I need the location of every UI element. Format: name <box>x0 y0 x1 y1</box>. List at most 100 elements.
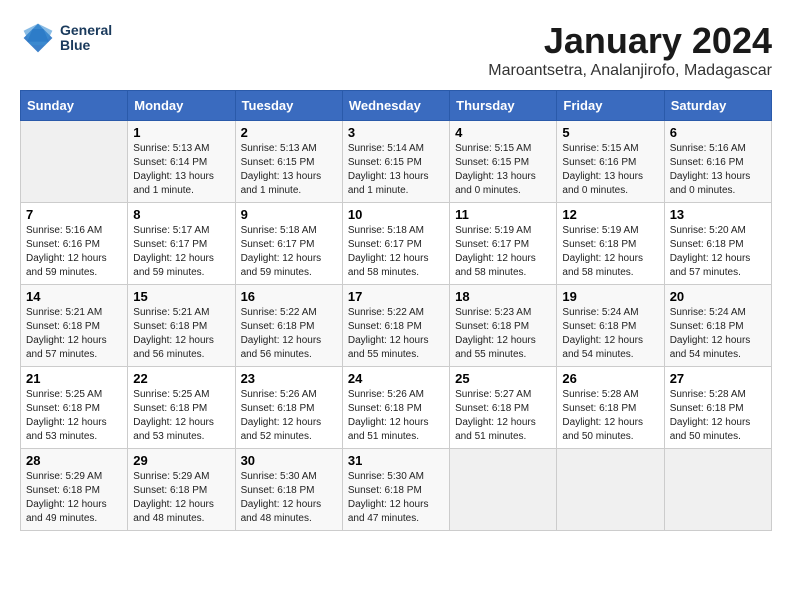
logo: General Blue <box>20 20 112 56</box>
day-number: 31 <box>348 453 444 468</box>
day-number: 7 <box>26 207 122 222</box>
day-number: 27 <box>670 371 766 386</box>
day-number: 4 <box>455 125 551 140</box>
weekday-header-wednesday: Wednesday <box>342 91 449 121</box>
calendar-cell: 19 Sunrise: 5:24 AMSunset: 6:18 PMDaylig… <box>557 285 664 367</box>
calendar-cell: 16 Sunrise: 5:22 AMSunset: 6:18 PMDaylig… <box>235 285 342 367</box>
calendar-table: SundayMondayTuesdayWednesdayThursdayFrid… <box>20 90 772 531</box>
weekday-header-tuesday: Tuesday <box>235 91 342 121</box>
week-row-3: 14 Sunrise: 5:21 AMSunset: 6:18 PMDaylig… <box>21 285 772 367</box>
day-number: 26 <box>562 371 658 386</box>
weekday-header-thursday: Thursday <box>450 91 557 121</box>
day-number: 29 <box>133 453 229 468</box>
day-number: 3 <box>348 125 444 140</box>
calendar-cell: 12 Sunrise: 5:19 AMSunset: 6:18 PMDaylig… <box>557 203 664 285</box>
day-number: 21 <box>26 371 122 386</box>
day-info: Sunrise: 5:25 AMSunset: 6:18 PMDaylight:… <box>133 388 229 444</box>
day-number: 19 <box>562 289 658 304</box>
day-number: 16 <box>241 289 337 304</box>
day-number: 2 <box>241 125 337 140</box>
calendar-cell: 8 Sunrise: 5:17 AMSunset: 6:17 PMDayligh… <box>128 203 235 285</box>
day-info: Sunrise: 5:25 AMSunset: 6:18 PMDaylight:… <box>26 388 122 444</box>
day-info: Sunrise: 5:30 AMSunset: 6:18 PMDaylight:… <box>348 470 444 526</box>
day-number: 9 <box>241 207 337 222</box>
day-info: Sunrise: 5:22 AMSunset: 6:18 PMDaylight:… <box>241 306 337 362</box>
day-info: Sunrise: 5:15 AMSunset: 6:15 PMDaylight:… <box>455 142 551 198</box>
day-number: 18 <box>455 289 551 304</box>
day-info: Sunrise: 5:14 AMSunset: 6:15 PMDaylight:… <box>348 142 444 198</box>
day-info: Sunrise: 5:28 AMSunset: 6:18 PMDaylight:… <box>670 388 766 444</box>
weekday-header-row: SundayMondayTuesdayWednesdayThursdayFrid… <box>21 91 772 121</box>
day-number: 12 <box>562 207 658 222</box>
calendar-cell: 26 Sunrise: 5:28 AMSunset: 6:18 PMDaylig… <box>557 367 664 449</box>
day-number: 1 <box>133 125 229 140</box>
weekday-header-saturday: Saturday <box>664 91 771 121</box>
calendar-cell <box>557 449 664 531</box>
day-number: 11 <box>455 207 551 222</box>
page-header: General Blue January 2024 Maroantsetra, … <box>20 20 772 80</box>
day-info: Sunrise: 5:26 AMSunset: 6:18 PMDaylight:… <box>348 388 444 444</box>
day-number: 23 <box>241 371 337 386</box>
day-info: Sunrise: 5:24 AMSunset: 6:18 PMDaylight:… <box>670 306 766 362</box>
day-info: Sunrise: 5:15 AMSunset: 6:16 PMDaylight:… <box>562 142 658 198</box>
day-info: Sunrise: 5:16 AMSunset: 6:16 PMDaylight:… <box>670 142 766 198</box>
calendar-cell: 24 Sunrise: 5:26 AMSunset: 6:18 PMDaylig… <box>342 367 449 449</box>
calendar-cell: 17 Sunrise: 5:22 AMSunset: 6:18 PMDaylig… <box>342 285 449 367</box>
day-info: Sunrise: 5:20 AMSunset: 6:18 PMDaylight:… <box>670 224 766 280</box>
logo-line2: Blue <box>60 38 112 53</box>
calendar-cell: 3 Sunrise: 5:14 AMSunset: 6:15 PMDayligh… <box>342 121 449 203</box>
day-info: Sunrise: 5:13 AMSunset: 6:15 PMDaylight:… <box>241 142 337 198</box>
week-row-4: 21 Sunrise: 5:25 AMSunset: 6:18 PMDaylig… <box>21 367 772 449</box>
calendar-cell: 9 Sunrise: 5:18 AMSunset: 6:17 PMDayligh… <box>235 203 342 285</box>
location-title: Maroantsetra, Analanjirofo, Madagascar <box>488 62 772 80</box>
calendar-cell: 15 Sunrise: 5:21 AMSunset: 6:18 PMDaylig… <box>128 285 235 367</box>
month-title: January 2024 <box>488 20 772 62</box>
day-number: 20 <box>670 289 766 304</box>
calendar-cell: 2 Sunrise: 5:13 AMSunset: 6:15 PMDayligh… <box>235 121 342 203</box>
day-info: Sunrise: 5:29 AMSunset: 6:18 PMDaylight:… <box>133 470 229 526</box>
logo-line1: General <box>60 23 112 38</box>
day-number: 22 <box>133 371 229 386</box>
day-info: Sunrise: 5:16 AMSunset: 6:16 PMDaylight:… <box>26 224 122 280</box>
day-info: Sunrise: 5:19 AMSunset: 6:17 PMDaylight:… <box>455 224 551 280</box>
day-number: 6 <box>670 125 766 140</box>
calendar-cell: 25 Sunrise: 5:27 AMSunset: 6:18 PMDaylig… <box>450 367 557 449</box>
calendar-cell: 30 Sunrise: 5:30 AMSunset: 6:18 PMDaylig… <box>235 449 342 531</box>
calendar-cell <box>450 449 557 531</box>
day-number: 25 <box>455 371 551 386</box>
weekday-header-monday: Monday <box>128 91 235 121</box>
calendar-cell: 4 Sunrise: 5:15 AMSunset: 6:15 PMDayligh… <box>450 121 557 203</box>
day-info: Sunrise: 5:19 AMSunset: 6:18 PMDaylight:… <box>562 224 658 280</box>
weekday-header-sunday: Sunday <box>21 91 128 121</box>
day-info: Sunrise: 5:24 AMSunset: 6:18 PMDaylight:… <box>562 306 658 362</box>
day-number: 30 <box>241 453 337 468</box>
calendar-cell: 11 Sunrise: 5:19 AMSunset: 6:17 PMDaylig… <box>450 203 557 285</box>
calendar-cell: 23 Sunrise: 5:26 AMSunset: 6:18 PMDaylig… <box>235 367 342 449</box>
calendar-cell: 18 Sunrise: 5:23 AMSunset: 6:18 PMDaylig… <box>450 285 557 367</box>
day-info: Sunrise: 5:21 AMSunset: 6:18 PMDaylight:… <box>133 306 229 362</box>
day-info: Sunrise: 5:18 AMSunset: 6:17 PMDaylight:… <box>348 224 444 280</box>
calendar-cell: 10 Sunrise: 5:18 AMSunset: 6:17 PMDaylig… <box>342 203 449 285</box>
calendar-cell <box>664 449 771 531</box>
day-info: Sunrise: 5:28 AMSunset: 6:18 PMDaylight:… <box>562 388 658 444</box>
day-number: 14 <box>26 289 122 304</box>
calendar-cell: 29 Sunrise: 5:29 AMSunset: 6:18 PMDaylig… <box>128 449 235 531</box>
day-info: Sunrise: 5:21 AMSunset: 6:18 PMDaylight:… <box>26 306 122 362</box>
day-info: Sunrise: 5:18 AMSunset: 6:17 PMDaylight:… <box>241 224 337 280</box>
day-number: 24 <box>348 371 444 386</box>
calendar-cell: 20 Sunrise: 5:24 AMSunset: 6:18 PMDaylig… <box>664 285 771 367</box>
day-number: 8 <box>133 207 229 222</box>
day-info: Sunrise: 5:29 AMSunset: 6:18 PMDaylight:… <box>26 470 122 526</box>
day-number: 5 <box>562 125 658 140</box>
calendar-cell: 31 Sunrise: 5:30 AMSunset: 6:18 PMDaylig… <box>342 449 449 531</box>
calendar-cell: 6 Sunrise: 5:16 AMSunset: 6:16 PMDayligh… <box>664 121 771 203</box>
day-info: Sunrise: 5:30 AMSunset: 6:18 PMDaylight:… <box>241 470 337 526</box>
day-number: 13 <box>670 207 766 222</box>
day-info: Sunrise: 5:17 AMSunset: 6:17 PMDaylight:… <box>133 224 229 280</box>
calendar-cell <box>21 121 128 203</box>
day-number: 15 <box>133 289 229 304</box>
day-info: Sunrise: 5:27 AMSunset: 6:18 PMDaylight:… <box>455 388 551 444</box>
week-row-1: 1 Sunrise: 5:13 AMSunset: 6:14 PMDayligh… <box>21 121 772 203</box>
day-info: Sunrise: 5:13 AMSunset: 6:14 PMDaylight:… <box>133 142 229 198</box>
day-number: 28 <box>26 453 122 468</box>
